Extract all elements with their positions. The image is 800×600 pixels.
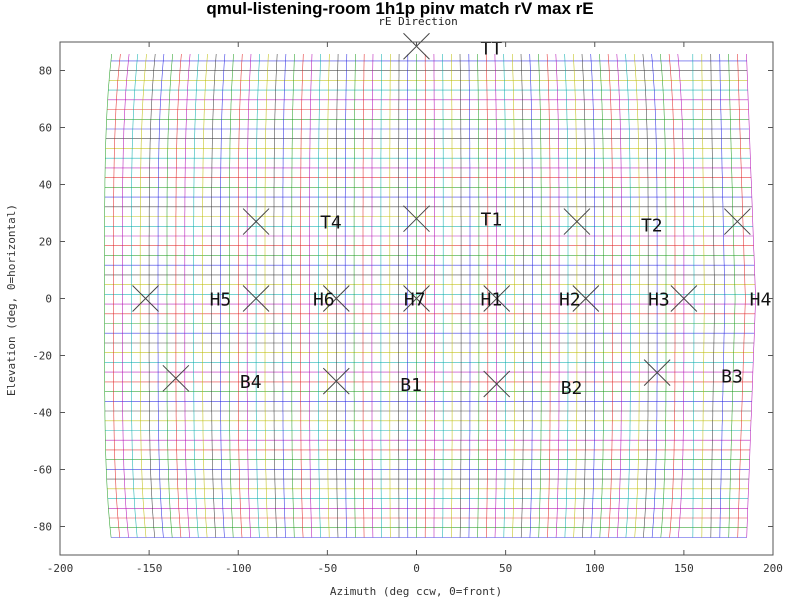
mesh-column-line xyxy=(616,53,622,538)
speaker-label: H5 xyxy=(210,290,232,311)
y-tick-label: -40 xyxy=(32,407,52,420)
re-direction-chart: qmul-listening-room 1h1p pinv match rV m… xyxy=(5,0,783,598)
mesh-column-line xyxy=(633,53,640,538)
x-tick-label: 200 xyxy=(763,562,783,575)
speaker-label: B1 xyxy=(400,375,422,396)
speaker-label: T1 xyxy=(481,210,503,231)
y-tick-label: 60 xyxy=(39,122,52,135)
mesh-column-line xyxy=(546,53,551,538)
mesh-column-line xyxy=(477,53,480,538)
mesh-column-line xyxy=(336,53,339,538)
mesh-column-line xyxy=(282,53,287,538)
mesh-column-line xyxy=(193,53,200,538)
y-tick-label: 20 xyxy=(39,236,52,249)
x-tick-label: 50 xyxy=(499,562,512,575)
speaker-label: H6 xyxy=(313,290,335,311)
mesh-column-line xyxy=(599,53,604,538)
mesh-column-line xyxy=(607,53,613,538)
speaker-label: B3 xyxy=(721,366,743,387)
mesh-column-line xyxy=(737,53,746,538)
mesh-column-line xyxy=(538,53,542,538)
x-tick-label: -50 xyxy=(317,562,337,575)
mesh-column-line xyxy=(701,54,705,538)
x-tick-label: 150 xyxy=(674,562,694,575)
mesh-column-line xyxy=(148,53,156,538)
mesh-column-line xyxy=(590,53,596,538)
mesh-column-line xyxy=(529,53,533,538)
x-tick-label: 0 xyxy=(413,562,420,575)
mesh-column-line xyxy=(719,53,726,538)
x-tick-label: 100 xyxy=(585,562,605,575)
y-tick-label: -80 xyxy=(32,521,52,534)
speaker-label: T4 xyxy=(320,213,342,234)
x-tick-label: -100 xyxy=(225,562,252,575)
mesh-column-line xyxy=(344,53,348,538)
speaker-label: H7 xyxy=(404,290,426,311)
y-tick-label: 40 xyxy=(39,179,52,192)
y-tick-label: -20 xyxy=(32,350,52,363)
mesh-column-line xyxy=(468,53,471,538)
mesh-column-line xyxy=(692,54,695,538)
mesh-column-line xyxy=(238,53,243,538)
mesh-column-line xyxy=(512,53,515,538)
mesh-column-line xyxy=(625,53,631,538)
x-tick-label: -200 xyxy=(47,562,74,575)
mesh-column-line xyxy=(175,53,182,538)
y-axis-label: Elevation (deg, 0=horizontal) xyxy=(5,204,18,396)
y-tick-label: 80 xyxy=(39,65,52,78)
speaker-marker xyxy=(132,285,159,312)
mesh-column-line xyxy=(371,53,374,538)
mesh-column-line xyxy=(520,53,524,538)
mesh-column-line xyxy=(380,53,382,538)
chart-subtitle: rE Direction xyxy=(378,15,457,28)
speaker-label: H1 xyxy=(481,290,503,311)
mesh-column-line xyxy=(668,53,676,538)
mesh-column-line xyxy=(728,53,736,538)
mesh-column-line xyxy=(389,53,391,538)
plot-area: TTT1 T2T4H1 H2 H3 H4H5 H6 H7B1 B2B3B4 xyxy=(104,32,772,538)
mesh-column-line xyxy=(184,53,191,538)
mesh-column-line xyxy=(300,53,304,538)
mesh-column-line xyxy=(451,53,453,538)
mesh-column-line xyxy=(122,53,130,538)
mesh-column-line xyxy=(166,53,173,538)
y-tick-label: 0 xyxy=(45,293,52,306)
mesh-column-line xyxy=(202,53,208,538)
mesh-column-line xyxy=(710,53,715,538)
speaker-label: B2 xyxy=(561,378,583,399)
speaker-marker xyxy=(723,208,751,235)
mesh-column-line xyxy=(353,53,356,538)
x-axis-label: Azimuth (deg ccw, 0=front) xyxy=(330,585,502,598)
mesh-column-line xyxy=(246,53,252,538)
mesh-column-line xyxy=(291,53,295,538)
mesh-column-line xyxy=(131,53,139,538)
mesh-column-line xyxy=(459,53,462,538)
y-tick-label: -60 xyxy=(32,464,52,477)
mesh-column-line xyxy=(113,53,121,538)
mesh-column-line xyxy=(503,53,506,538)
mesh-column-line xyxy=(442,53,444,538)
speaker-label: H2 xyxy=(559,290,581,311)
mesh-column-line xyxy=(309,53,313,538)
mesh-column-line xyxy=(273,53,278,538)
mesh-column-line xyxy=(104,53,112,538)
speaker-label: B4 xyxy=(240,372,262,393)
speaker-label: H4 xyxy=(750,290,772,311)
mesh-column-line xyxy=(362,53,365,538)
speaker-label: H3 xyxy=(648,290,670,311)
x-tick-label: -150 xyxy=(136,562,163,575)
mesh-column-line xyxy=(157,53,165,538)
mesh-column-line xyxy=(264,53,269,538)
speaker-label: T2 xyxy=(641,215,663,236)
